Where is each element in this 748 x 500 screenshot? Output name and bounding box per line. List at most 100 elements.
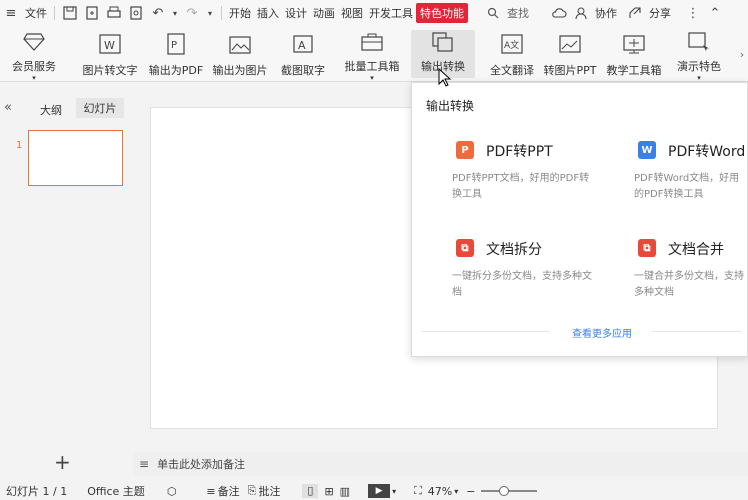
notes-toggle[interactable]: 备注 <box>218 483 240 499</box>
grid-view-icon[interactable]: ⊞ <box>324 485 333 498</box>
pdf-ppt-icon: P <box>456 141 474 159</box>
export-pdf-icon[interactable] <box>83 4 101 22</box>
card-title: 文档拆分 <box>486 242 542 258</box>
collab-icon[interactable] <box>572 4 590 22</box>
comment-icon[interactable]: ⎘ <box>248 484 257 498</box>
ribbon-toolbar: 会员服务 ▾ W 图片转文字 P 输出为PDF 输出为图片 A 截图取字 批量工… <box>0 26 748 82</box>
collapse-ribbon-icon[interactable]: ⌃ <box>706 4 724 22</box>
hamburger-icon[interactable]: ≡ <box>2 4 20 22</box>
tab-insert[interactable]: 插入 <box>254 5 282 21</box>
screenshot-text-icon: A <box>291 32 315 56</box>
ribbon-scroll-right-icon[interactable]: › <box>736 42 748 66</box>
ribbon-batch-toolbox[interactable]: 批量工具箱 ▾ <box>340 30 404 82</box>
output-convert-dropdown: 输出转换 P PDF转PPT PDF转PPT文档，好用的PDF转换工具 W PD… <box>411 82 748 357</box>
redo-icon[interactable]: ↷ <box>183 4 201 22</box>
image-ppt-icon <box>558 32 582 56</box>
ribbon-teaching-toolbox[interactable]: 教学工具箱 <box>604 30 664 78</box>
diamond-icon <box>22 32 46 52</box>
svg-text:A: A <box>298 39 306 52</box>
zoom-slider[interactable] <box>481 486 538 496</box>
dropdown-arrow-icon[interactable]: ▾ <box>171 4 179 22</box>
card-title: 文档合并 <box>668 242 724 258</box>
collab-button[interactable]: 协作 <box>592 5 620 21</box>
normal-view-icon[interactable]: ▯ <box>302 484 319 498</box>
doc-merge-icon: ⧉ <box>638 239 656 257</box>
slides-panel: « 大纲 幻灯片 1 + <box>0 94 133 480</box>
pdf-export-icon: P <box>164 32 188 56</box>
tab-view[interactable]: 视图 <box>338 5 366 21</box>
tab-start[interactable]: 开始 <box>226 5 254 21</box>
comments-toggle[interactable]: 批注 <box>258 483 280 499</box>
divider <box>54 6 55 20</box>
theme-name[interactable]: Office 主题 <box>87 483 145 499</box>
pdf-word-icon: W <box>638 141 656 159</box>
file-menu[interactable]: 文件 <box>22 5 50 21</box>
share-button[interactable]: 分享 <box>646 5 674 21</box>
ribbon-label: 演示特色 <box>677 60 721 73</box>
zoom-out-icon[interactable]: − <box>466 485 475 498</box>
ribbon-screenshot-text[interactable]: A 截图取字 <box>276 30 330 78</box>
card-desc: 一键拆分多份文档，支持多种文档 <box>452 271 592 298</box>
cloud-sync-icon[interactable] <box>550 4 568 22</box>
svg-text:W: W <box>104 39 115 52</box>
notes-toggle-icon[interactable]: ≡ <box>206 485 215 498</box>
ribbon-export-pdf[interactable]: P 输出为PDF <box>146 30 206 78</box>
theme-icon[interactable]: ⬡ <box>167 485 177 498</box>
ribbon-image-ppt[interactable]: 转图片PPT <box>542 30 598 78</box>
zoom-slider-handle[interactable] <box>499 486 510 496</box>
svg-text:P: P <box>171 40 177 51</box>
tab-design[interactable]: 设计 <box>282 5 310 21</box>
card-title: PDF转PPT <box>486 144 553 160</box>
share-icon[interactable] <box>626 4 644 22</box>
dropdown-header: 输出转换 <box>426 99 475 113</box>
print-icon[interactable] <box>105 4 123 22</box>
card-desc: PDF转PPT文档，好用的PDF转换工具 <box>452 173 590 200</box>
ribbon-export-image[interactable]: 输出为图片 <box>210 30 270 78</box>
collapse-panel-icon[interactable]: « <box>4 100 12 115</box>
tab-animation[interactable]: 动画 <box>310 5 338 21</box>
teaching-icon <box>622 32 646 56</box>
tab-slides[interactable]: 幻灯片 <box>76 98 124 118</box>
preview-icon[interactable] <box>127 4 145 22</box>
more-apps-link[interactable]: 查看更多应用 <box>572 325 632 340</box>
notes-bar[interactable]: ≡ 单击此处添加备注 <box>133 452 748 476</box>
search-label: 查找 <box>507 7 529 20</box>
dropdown-arrow-icon: ▾ <box>697 74 701 82</box>
ribbon-member-service[interactable]: 会员服务 ▾ <box>4 30 64 82</box>
ribbon-translate[interactable]: A文 全文翻译 <box>484 30 540 78</box>
ribbon-label: 全文翻译 <box>490 64 534 77</box>
present-icon <box>687 32 711 52</box>
card-desc: 一键合并多份文档，支持多种文档 <box>634 271 744 298</box>
ribbon-label: 转图片PPT <box>543 64 597 77</box>
card-doc-split[interactable]: ⧉ 文档拆分 一键拆分多份文档，支持多种文档 <box>442 223 602 313</box>
search-box[interactable]: 查找 <box>482 4 532 22</box>
fit-window-icon[interactable]: ⛶ <box>414 484 422 498</box>
kebab-menu-icon[interactable]: ⋮ <box>684 4 702 22</box>
zoom-dropdown-icon[interactable]: ▾ <box>454 487 458 496</box>
reading-view-icon[interactable]: ▥ <box>340 485 350 498</box>
more-icon[interactable]: ▾ <box>205 4 215 22</box>
tab-developer[interactable]: 开发工具 <box>366 5 416 21</box>
save-icon[interactable] <box>61 4 79 22</box>
notes-icon: ≡ <box>139 457 150 471</box>
add-slide-icon[interactable]: + <box>54 450 71 474</box>
dropdown-arrow-icon: ▾ <box>32 74 36 82</box>
ribbon-label: 教学工具箱 <box>606 64 662 77</box>
ribbon-label: 图片转文字 <box>82 64 138 77</box>
play-dropdown-icon[interactable]: ▾ <box>392 487 396 496</box>
zoom-level[interactable]: 47% <box>428 485 452 498</box>
slide-thumbnail[interactable] <box>28 130 123 186</box>
ribbon-label: 截图取字 <box>281 64 325 77</box>
mouse-cursor-icon <box>438 68 452 87</box>
play-icon[interactable]: ▶ <box>368 484 391 498</box>
divider <box>422 331 550 332</box>
card-pdf-to-word[interactable]: W PDF转Word PDF转Word文档，好用的PDF转换工具 <box>624 123 748 213</box>
tab-special-features[interactable]: 特色功能 <box>416 3 468 23</box>
undo-icon[interactable]: ↶ <box>149 4 167 22</box>
card-doc-merge[interactable]: ⧉ 文档合并 一键合并多份文档，支持多种文档 <box>624 223 748 313</box>
ribbon-image-to-text[interactable]: W 图片转文字 <box>80 30 140 78</box>
dropdown-arrow-icon: ▾ <box>370 74 374 82</box>
tab-outline[interactable]: 大纲 <box>40 102 62 118</box>
card-pdf-to-ppt[interactable]: P PDF转PPT PDF转PPT文档，好用的PDF转换工具 <box>442 123 602 213</box>
ribbon-present-special[interactable]: 演示特色 ▾ <box>670 30 728 82</box>
